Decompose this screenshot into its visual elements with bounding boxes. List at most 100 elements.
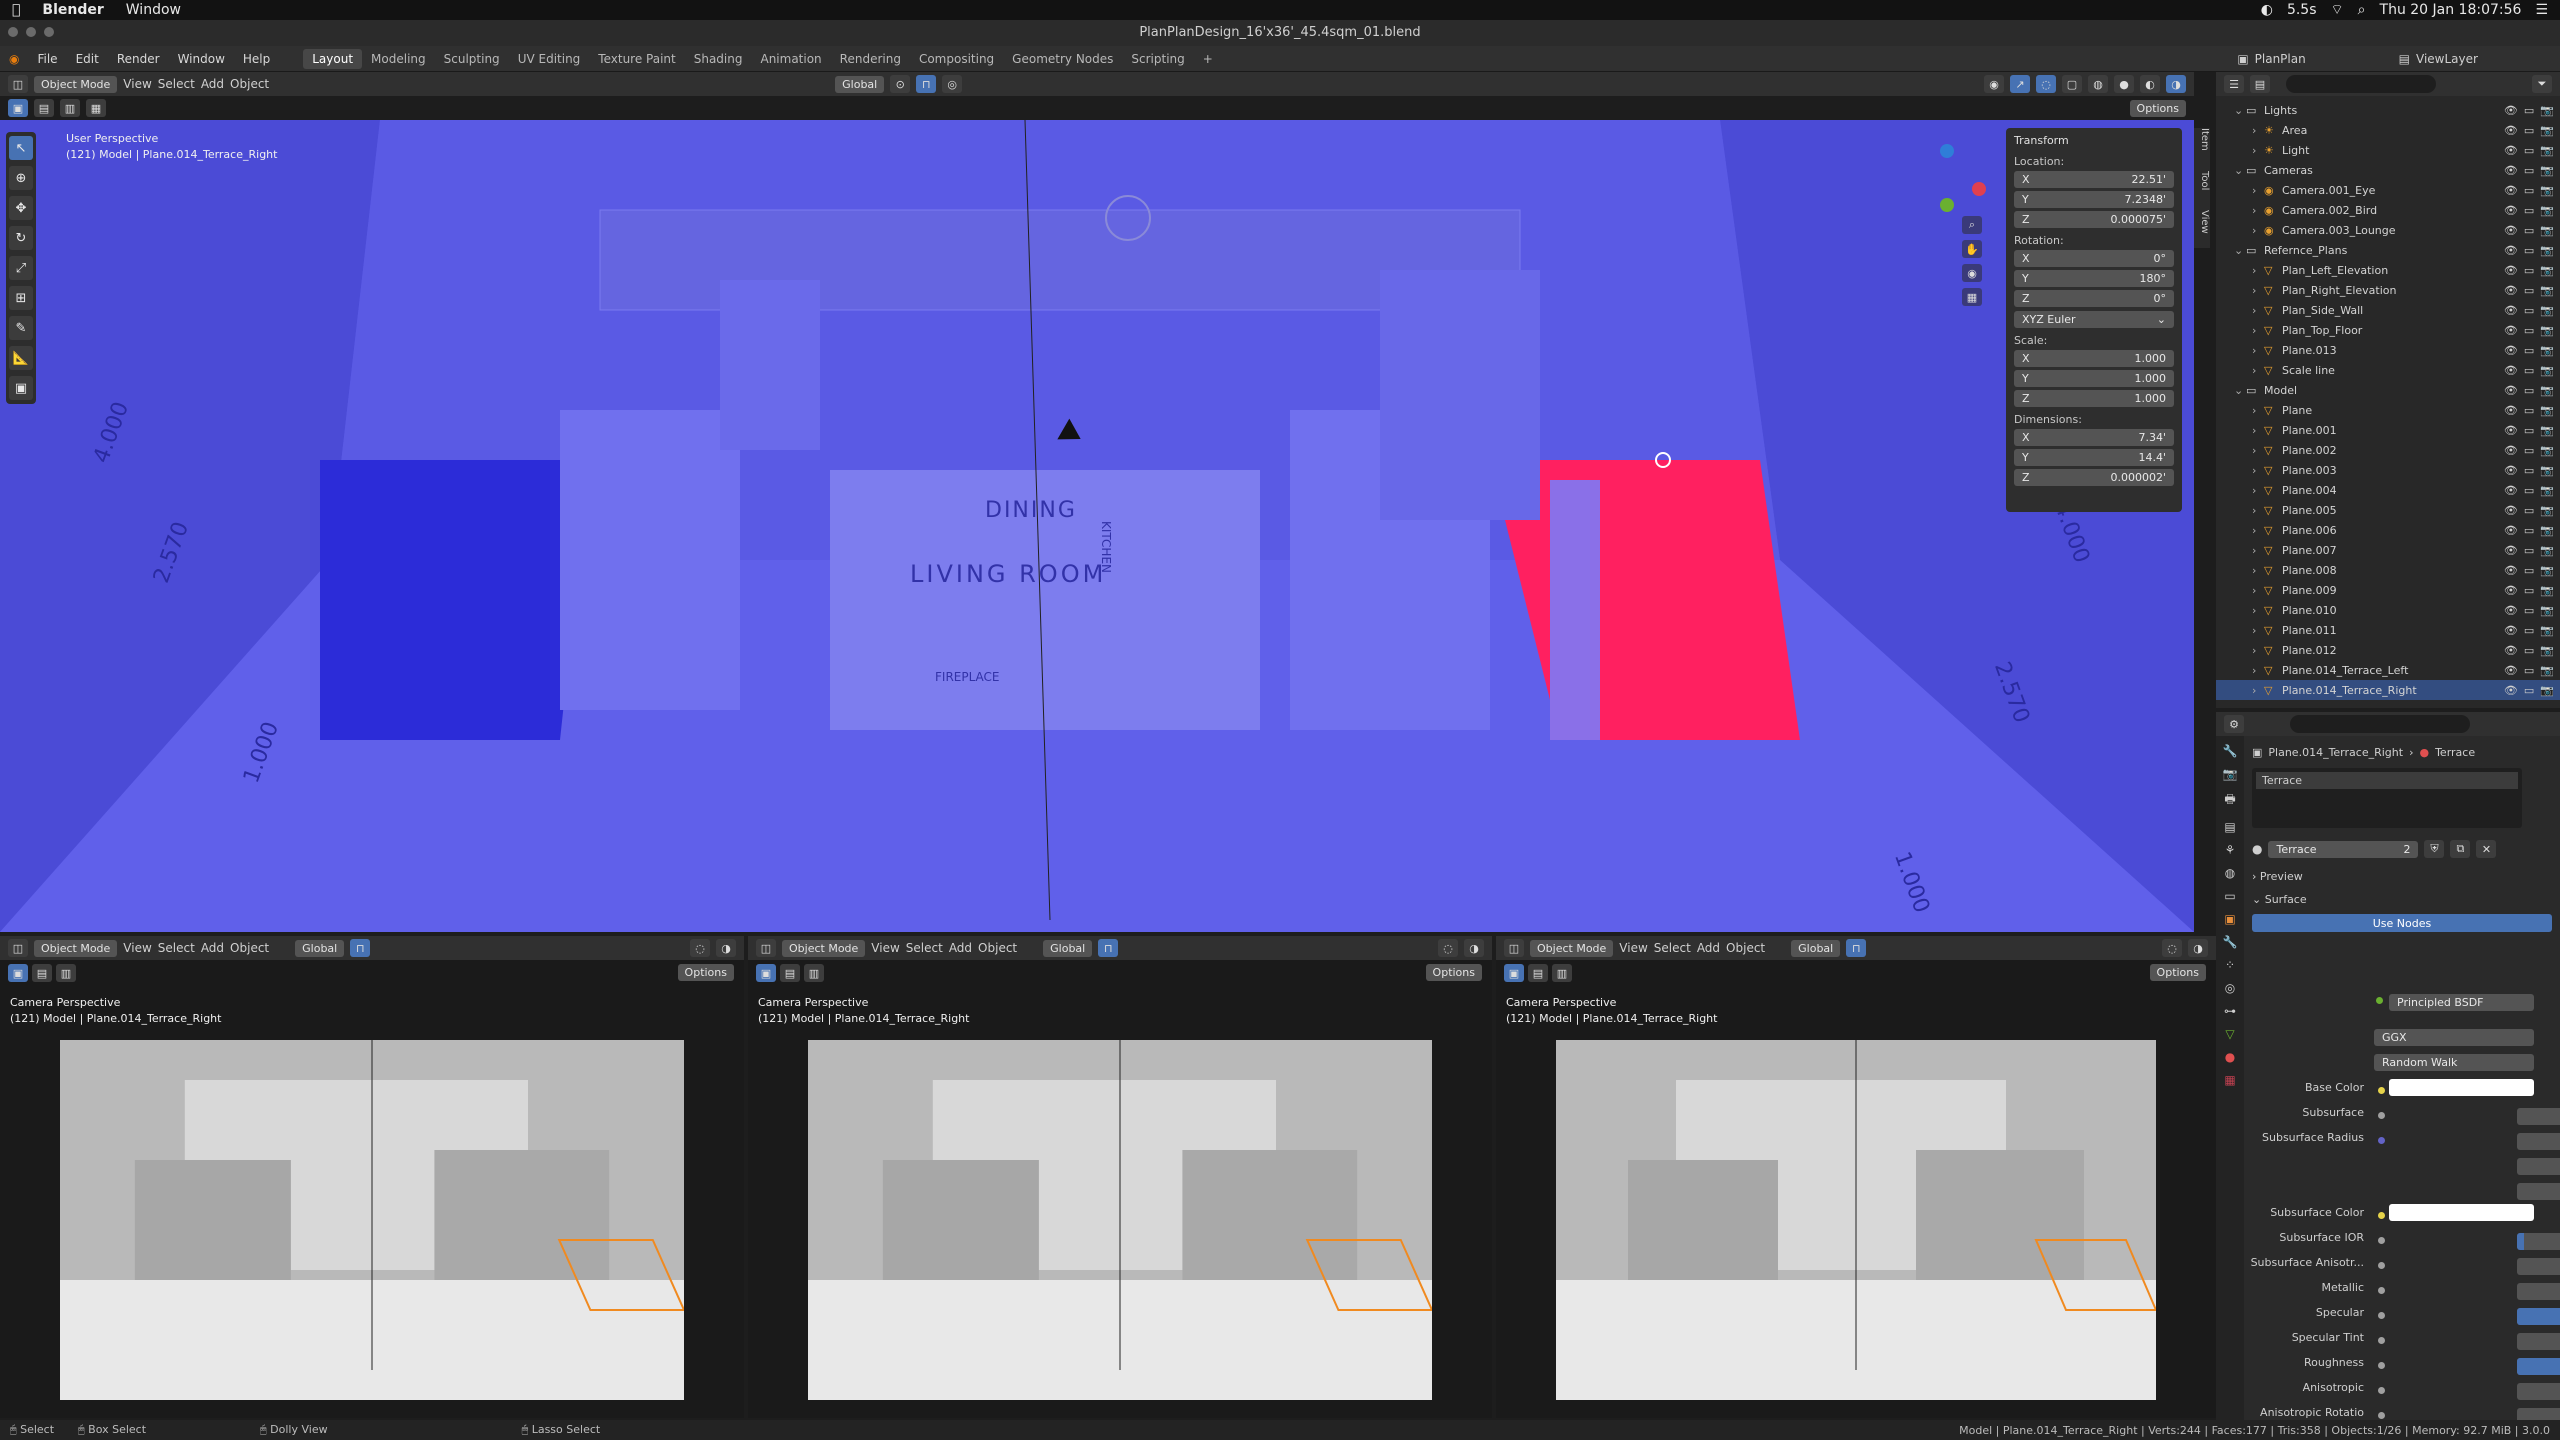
menu-view[interactable]: View <box>1619 941 1647 955</box>
zoom-window-button[interactable] <box>44 27 54 37</box>
eye-icon[interactable]: 👁 <box>2504 384 2518 397</box>
subsurface-method-dropdown[interactable]: Random Walk <box>2374 1054 2534 1071</box>
location-x-field[interactable]: X 22.51' <box>2014 171 2174 188</box>
render-icon[interactable]: 📷 <box>2540 424 2554 437</box>
visibility-toggles[interactable]: 👁 ▭ 📷 <box>2504 104 2554 117</box>
axis-x-icon[interactable] <box>1972 182 1986 196</box>
property-value-field[interactable]: 0.000 <box>2517 1383 2560 1400</box>
visibility-toggles[interactable]: 👁 ▭ 📷 <box>2504 384 2554 397</box>
render-icon[interactable]: 📷 <box>2540 464 2554 477</box>
texture-tab-icon[interactable]: ▦ <box>2224 1073 2235 1087</box>
color-swatch[interactable] <box>2389 1079 2534 1096</box>
preview-panel-header[interactable]: › Preview <box>2252 870 2552 883</box>
outliner-item[interactable]: › ▽ Plane.010 👁 ▭ 📷 <box>2216 600 2560 620</box>
expand-arrow-icon[interactable]: ⌄ <box>2234 384 2246 397</box>
orientation-selector[interactable]: Global <box>835 75 885 93</box>
visibility-toggles[interactable]: 👁 ▭ 📷 <box>2504 124 2554 137</box>
outliner-item[interactable]: › ▽ Plane.013 👁 ▭ 📷 <box>2216 340 2560 360</box>
viewport-icon[interactable]: ▭ <box>2524 124 2534 137</box>
object-tab-icon[interactable]: ▣ <box>2224 912 2235 926</box>
select-subtract-icon[interactable]: ▥ <box>60 99 80 117</box>
visibility-toggles[interactable]: 👁 ▭ 📷 <box>2504 224 2554 237</box>
visibility-toggles[interactable]: 👁 ▭ 📷 <box>2504 284 2554 297</box>
shading-wire-icon[interactable]: ◍ <box>2088 75 2108 93</box>
add-workspace-icon[interactable]: + <box>1194 49 1222 69</box>
eye-icon[interactable]: 👁 <box>2504 504 2518 517</box>
expand-arrow-icon[interactable]: ⌄ <box>2234 104 2246 117</box>
tab-shading[interactable]: Shading <box>685 49 752 69</box>
eye-icon[interactable]: 👁 <box>2504 164 2518 177</box>
outliner-item[interactable]: ⌄ ▭ Refernce_Plans 👁 ▭ 📷 <box>2216 240 2560 260</box>
socket-dot-icon[interactable] <box>2378 1384 2385 1397</box>
location-z-field[interactable]: Z 0.000075' <box>2014 211 2174 228</box>
eye-icon[interactable]: 👁 <box>2504 184 2518 197</box>
tab-geometry-nodes[interactable]: Geometry Nodes <box>1003 49 1122 69</box>
socket-dot-icon[interactable] <box>2378 1284 2385 1297</box>
render-icon[interactable]: 📷 <box>2540 124 2554 137</box>
snap-icon[interactable]: ⊓ <box>350 939 371 957</box>
visibility-toggles[interactable]: 👁 ▭ 📷 <box>2504 564 2554 577</box>
outliner-item[interactable]: › ▽ Plane.014_Terrace_Right 👁 ▭ 📷 <box>2216 680 2560 700</box>
render-icon[interactable]: 📷 <box>2540 304 2554 317</box>
eye-icon[interactable]: 👁 <box>2504 324 2518 337</box>
camera-viewport[interactable]: ▣ ▤ ▥ Options Camera Perspective (121) Model … <box>748 960 1492 1418</box>
expand-arrow-icon[interactable]: › <box>2252 464 2264 477</box>
eye-icon[interactable]: 👁 <box>2504 344 2518 357</box>
render-icon[interactable]: 📷 <box>2540 644 2554 657</box>
socket-dot-icon[interactable] <box>2378 1334 2385 1347</box>
visibility-toggles[interactable]: 👁 ▭ 📷 <box>2504 324 2554 337</box>
outliner-item[interactable]: › ▽ Plane.006 👁 ▭ 📷 <box>2216 520 2560 540</box>
measure-tool-icon[interactable]: 📐 <box>9 346 33 370</box>
expand-arrow-icon[interactable]: › <box>2252 544 2264 557</box>
render-icon[interactable]: 📷 <box>2540 244 2554 257</box>
tab-compositing[interactable]: Compositing <box>910 49 1003 69</box>
render-icon[interactable]: 📷 <box>2540 364 2554 377</box>
tab-item[interactable]: Item <box>2194 128 2210 151</box>
property-value-field[interactable]: 0.100 <box>2517 1183 2560 1200</box>
visibility-toggles[interactable]: 👁 ▭ 📷 <box>2504 244 2554 257</box>
ortho-grid-icon[interactable]: ▦ <box>1962 288 1982 306</box>
menu-object[interactable]: Object <box>230 77 269 91</box>
viewport-icon[interactable]: ▭ <box>2524 564 2534 577</box>
eye-icon[interactable]: 👁 <box>2504 444 2518 457</box>
outliner-item[interactable]: › ▽ Plane.011 👁 ▭ 📷 <box>2216 620 2560 640</box>
menu-window[interactable]: Window <box>169 52 234 66</box>
viewport-icon[interactable]: ▭ <box>2524 544 2534 557</box>
view-layer-selector[interactable]: ViewLayer <box>2410 52 2560 66</box>
tab-uv-editing[interactable]: UV Editing <box>509 49 590 69</box>
duplicate-material-icon[interactable]: ⧉ <box>2450 840 2471 858</box>
select-subtract-icon[interactable]: ▥ <box>804 964 824 982</box>
constraints-tab-icon[interactable]: ⊶ <box>2224 1004 2236 1018</box>
physics-tab-icon[interactable]: ◎ <box>2225 981 2235 995</box>
surface-shader-field[interactable]: Principled BSDF <box>2389 994 2534 1011</box>
material-tab-icon[interactable]: ● <box>2225 1050 2235 1064</box>
select-mode-icon[interactable]: ▣ <box>8 99 28 117</box>
tab-scripting[interactable]: Scripting <box>1122 49 1193 69</box>
expand-arrow-icon[interactable]: › <box>2252 504 2264 517</box>
menu-add[interactable]: Add <box>201 941 224 955</box>
gizmo-icon[interactable]: ↗ <box>2010 75 2030 93</box>
view-layer-tab-icon[interactable]: ▤ <box>2224 820 2235 834</box>
scale-z-field[interactable]: Z 1.000 <box>2014 390 2174 407</box>
expand-arrow-icon[interactable]: › <box>2252 264 2264 277</box>
viewport-icon[interactable]: ▭ <box>2524 304 2534 317</box>
eye-icon[interactable]: 👁 <box>2504 244 2518 257</box>
camera-viewport[interactable]: ▣ ▤ ▥ Options Camera Perspective (121) Model … <box>0 960 744 1418</box>
menu-help[interactable]: Help <box>234 52 279 66</box>
outliner-item[interactable]: › ☀ Area 👁 ▭ 📷 <box>2216 120 2560 140</box>
eye-icon[interactable]: 👁 <box>2504 304 2518 317</box>
render-icon[interactable]: 📷 <box>2540 224 2554 237</box>
outliner-item[interactable]: › ▽ Plane.008 👁 ▭ 📷 <box>2216 560 2560 580</box>
outliner-search-input[interactable] <box>2286 75 2436 93</box>
transform-tool-icon[interactable]: ⊞ <box>9 286 33 310</box>
snap-icon[interactable]: ⊓ <box>1098 939 1119 957</box>
scene-selector[interactable]: PlanPlan <box>2249 52 2399 66</box>
light-gizmo-icon[interactable] <box>1105 195 1151 241</box>
expand-arrow-icon[interactable]: ⌄ <box>2234 244 2246 257</box>
render-icon[interactable]: 📷 <box>2540 344 2554 357</box>
viewport-icon[interactable]: ▭ <box>2524 424 2534 437</box>
viewport-icon[interactable]: ▭ <box>2524 384 2534 397</box>
expand-arrow-icon[interactable]: › <box>2252 344 2264 357</box>
overlay-icon[interactable]: ◌ <box>690 939 710 957</box>
viewport-icon[interactable]: ▭ <box>2524 184 2534 197</box>
